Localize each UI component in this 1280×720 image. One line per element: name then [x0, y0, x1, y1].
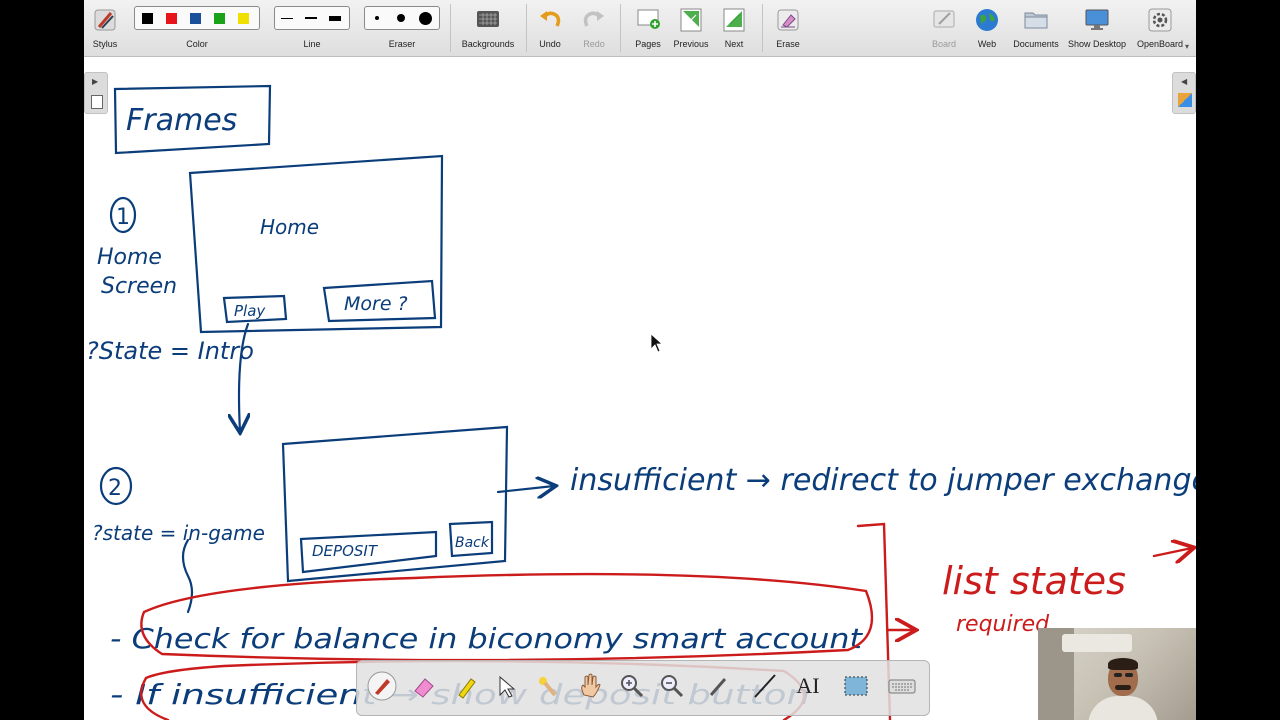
- next-page-icon: [723, 8, 745, 32]
- openboard-menu-button[interactable]: OpenBoard: [1134, 4, 1186, 54]
- line-icon[interactable]: [749, 671, 779, 701]
- undo-button[interactable]: Undo: [532, 4, 568, 54]
- more-button-text: More ?: [344, 293, 408, 315]
- backgrounds-button[interactable]: Backgrounds: [456, 4, 520, 54]
- toolbar-separator: [620, 4, 621, 52]
- redo-label: Redo: [583, 39, 605, 49]
- redo-arrow-icon: [583, 11, 604, 27]
- list-states-arrow: [1152, 548, 1192, 556]
- folder-icon: [1024, 12, 1048, 29]
- web-label: Web: [977, 39, 997, 49]
- line-group: Line: [274, 4, 350, 54]
- color-group: Color: [134, 4, 260, 54]
- pen-icon[interactable]: [367, 671, 397, 701]
- redirect-note: insufficient → redirect to jumper exchan…: [570, 463, 1196, 498]
- gear-icon: [1148, 8, 1172, 32]
- step1-label-screen: Screen: [101, 274, 177, 299]
- erase-board-button[interactable]: Erase: [770, 4, 806, 54]
- eraser-label: Eraser: [388, 39, 416, 49]
- color-label: Color: [186, 39, 208, 49]
- required-text: required: [956, 612, 1050, 637]
- toolbar-separator: [762, 4, 763, 52]
- floating-tool-bar: AI: [356, 660, 930, 716]
- add-page-icon: [637, 9, 660, 29]
- zoom-out-icon[interactable]: [657, 671, 687, 701]
- left-panel-tab[interactable]: ▶: [84, 72, 108, 114]
- step1-label-home: Home: [97, 245, 162, 270]
- openboard-window: Stylus Color Line Eraser Backgrounds Und…: [84, 0, 1196, 720]
- board-pen-icon: [933, 10, 955, 28]
- state1-text: ?State = Intro: [86, 337, 254, 365]
- back-button-text: Back: [455, 535, 490, 551]
- redo-button[interactable]: Redo: [576, 4, 612, 54]
- main-toolbar: Stylus Color Line Eraser Backgrounds Und…: [84, 0, 1196, 57]
- frames-title: Frames: [126, 103, 237, 138]
- pages-label: Pages: [635, 39, 661, 49]
- backgrounds-label: Backgrounds: [461, 39, 515, 49]
- next-label: Next: [724, 39, 744, 49]
- undo-label: Undo: [539, 39, 561, 49]
- eraser-group: Eraser: [364, 4, 440, 54]
- previous-label: Previous: [673, 39, 709, 49]
- library-icon: [1178, 93, 1192, 107]
- backgrounds-grid-icon: [477, 11, 499, 27]
- previous-page-icon: [680, 8, 702, 32]
- documents-button[interactable]: Documents: [1010, 4, 1062, 54]
- board-button[interactable]: Board: [926, 4, 962, 54]
- list-states-text: list states: [942, 559, 1126, 603]
- laser-pointer-icon[interactable]: [533, 671, 563, 701]
- right-panel-tab[interactable]: ◀: [1172, 72, 1196, 114]
- text-tool-icon[interactable]: AI: [793, 671, 823, 701]
- step1-number: 1: [116, 205, 130, 230]
- selector-icon[interactable]: [491, 671, 521, 701]
- webcam-overlay: [1038, 628, 1196, 720]
- previous-page-button[interactable]: Previous: [670, 4, 712, 54]
- eraser-icon[interactable]: [409, 671, 439, 701]
- home-frame-title: Home: [260, 215, 319, 239]
- openboard-dropdown-icon[interactable]: ▾: [1185, 42, 1189, 51]
- zoom-in-icon[interactable]: [617, 671, 647, 701]
- hand-icon[interactable]: [575, 671, 605, 701]
- pages-button[interactable]: Pages: [628, 4, 668, 54]
- stylus-button[interactable]: Stylus: [86, 4, 124, 54]
- toolbar-separator: [526, 4, 527, 52]
- pages-thumbnail-icon: [91, 95, 103, 109]
- show-desktop-button[interactable]: Show Desktop: [1066, 4, 1128, 54]
- mouse-cursor-icon: [650, 333, 664, 353]
- openboard-label: OpenBoard: [1136, 39, 1184, 49]
- monitor-icon: [1085, 9, 1109, 30]
- play-button-text: Play: [234, 302, 266, 320]
- expand-right-icon: ▶: [92, 77, 99, 86]
- bullet-check-balance: - Check for balance in biconomy smart ac…: [110, 622, 863, 655]
- next-page-button[interactable]: Next: [716, 4, 752, 54]
- globe-icon: [976, 9, 998, 31]
- step2-number: 2: [108, 476, 122, 501]
- web-button[interactable]: Web: [970, 4, 1004, 54]
- marker-icon[interactable]: [451, 671, 481, 701]
- show-desktop-label: Show Desktop: [1067, 39, 1127, 49]
- state2-brace: [181, 538, 194, 614]
- pointer-pen-icon[interactable]: [703, 671, 733, 701]
- undo-arrow-icon: [540, 11, 561, 27]
- expand-left-icon: ◀: [1181, 77, 1188, 86]
- stylus-label: Stylus: [92, 39, 118, 49]
- erase-label: Erase: [776, 39, 800, 49]
- keyboard-icon[interactable]: [887, 671, 917, 701]
- state2-text: ?state = in-game: [92, 521, 265, 545]
- deposit-button-text: DEPOSIT: [312, 542, 379, 560]
- line-label: Line: [303, 39, 321, 49]
- documents-label: Documents: [1013, 39, 1059, 49]
- toolbar-separator: [450, 4, 451, 52]
- stylus-icon: [94, 9, 116, 31]
- erase-board-icon: [777, 9, 799, 31]
- capture-icon[interactable]: [841, 671, 871, 701]
- whiteboard-canvas[interactable]: Frames 1 Home Screen Home Play More ? ?S…: [84, 56, 1196, 720]
- board-label: Board: [931, 39, 957, 49]
